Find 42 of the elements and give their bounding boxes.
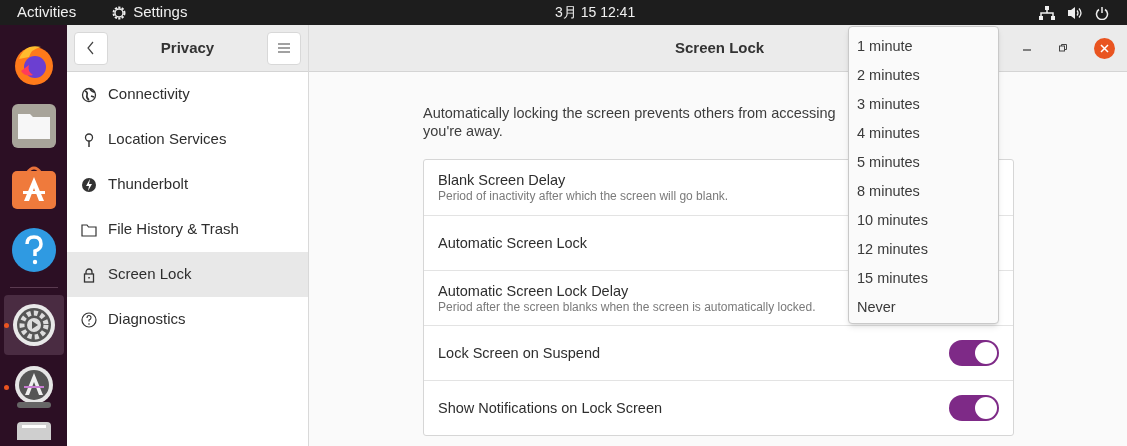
menu-item[interactable]: Never — [857, 293, 998, 322]
menu-item[interactable]: 10 minutes — [857, 206, 998, 235]
back-icon — [87, 41, 95, 55]
row-title: Show Notifications on Lock Screen — [438, 399, 663, 417]
description-text: Automatically locking the screen prevents others from accessing you're away. — [423, 104, 836, 140]
app-menu-label[interactable]: Settings — [133, 1, 188, 24]
close-icon — [1100, 43, 1109, 53]
toggle-switch[interactable] — [949, 340, 999, 366]
toggle-switch[interactable] — [949, 395, 999, 421]
menu-item[interactable]: 3 minutes — [857, 90, 998, 119]
volume-icon[interactable] — [1067, 5, 1083, 20]
gear-icon[interactable] — [3, 295, 64, 355]
lock-icon — [81, 266, 97, 283]
menu-item[interactable]: 2 minutes — [857, 61, 998, 90]
row-subtitle: Period after the screen blanks when the screen is automatically locked. — [438, 299, 816, 315]
clock[interactable]: 3月 15 12:41 — [555, 2, 636, 23]
row-title: Automatic Screen Lock Delay — [438, 281, 630, 300]
row-title: Blank Screen Delay — [438, 171, 567, 189]
sidebar-title: Privacy — [159, 37, 216, 58]
menu-icon — [278, 43, 290, 53]
menu-item[interactable]: 15 minutes — [857, 264, 998, 293]
question-icon — [81, 311, 97, 328]
lightning-icon — [81, 176, 97, 193]
window-title: Screen Lock — [675, 37, 765, 58]
menu-item[interactable]: 12 minutes — [857, 235, 998, 264]
row-subtitle: Period of inactivity after which the screen will go blank. — [438, 189, 729, 204]
globe-icon — [81, 86, 97, 103]
activities-button[interactable]: Activities — [0, 1, 94, 24]
network-icon[interactable] — [1039, 5, 1055, 20]
gear-icon — [111, 4, 128, 21]
power-icon[interactable] — [1095, 5, 1109, 20]
row-title: Lock Screen on Suspend — [438, 344, 601, 362]
restore-icon[interactable] — [1058, 43, 1068, 53]
sidebar-item[interactable]: Screen Lock — [67, 252, 308, 297]
menu-item[interactable]: 8 minutes — [857, 177, 998, 206]
menu-item[interactable]: 4 minutes — [857, 119, 998, 148]
menu-item[interactable]: 1 minute — [857, 32, 998, 61]
folder-icon — [81, 221, 97, 238]
menu-button[interactable] — [267, 31, 301, 65]
close-button[interactable] — [1094, 37, 1115, 59]
row-title: Automatic Screen Lock — [438, 234, 588, 252]
menu-item[interactable]: 5 minutes — [857, 148, 998, 177]
